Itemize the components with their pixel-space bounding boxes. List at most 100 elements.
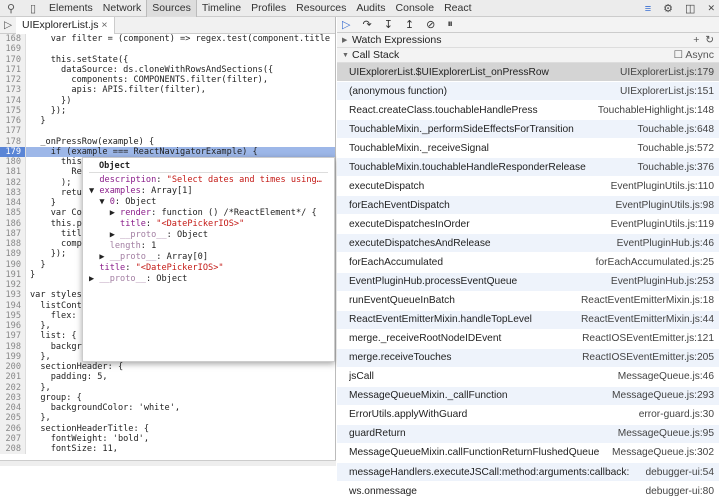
line-number[interactable]: 195 (0, 310, 26, 321)
call-frame[interactable]: MessageQueueMixin._callFunction MessageQu… (337, 386, 719, 406)
property-row[interactable]: ▶ render: function () /*ReactElement*/ { (89, 208, 328, 219)
line-number[interactable]: 170 (0, 54, 26, 65)
add-icon[interactable]: + (693, 34, 699, 46)
tab-console[interactable]: Console (391, 0, 440, 17)
call-frame[interactable]: executeDispatch EventPluginUtils.js:110 (337, 177, 719, 197)
line-number[interactable]: 194 (0, 300, 26, 311)
frame-location[interactable]: EventPluginUtils.js:110 (611, 181, 714, 192)
line-number[interactable]: 200 (0, 362, 26, 373)
line-number[interactable]: 193 (0, 290, 26, 301)
tab-profiles[interactable]: Profiles (246, 0, 291, 17)
watch-expressions-header[interactable]: ▶ Watch Expressions + ↻ (337, 33, 719, 48)
gear-icon[interactable]: ⚙ (663, 2, 673, 15)
step-over-icon[interactable]: ↷ (362, 18, 371, 31)
line-number[interactable]: 190 (0, 259, 26, 270)
frame-location[interactable]: ReactIOSEventEmitter.js:121 (582, 333, 714, 344)
frame-location[interactable]: error-guard.js:30 (639, 409, 714, 420)
frame-location[interactable]: EventPluginUtils.js:98 (615, 200, 714, 211)
frame-location[interactable]: Touchable.js:572 (638, 143, 714, 154)
deactivate-breakpoints-icon[interactable]: ⊘ (426, 18, 435, 31)
call-frame[interactable]: jsCall MessageQueue.js:46 (337, 367, 719, 387)
frame-location[interactable]: ReactEventEmitterMixin.js:18 (581, 295, 714, 306)
line-number[interactable]: 202 (0, 382, 26, 393)
call-frame[interactable]: TouchableMixin._receiveSignal Touchable.j… (337, 139, 719, 159)
frame-location[interactable]: ReactEventEmitterMixin.js:44 (581, 314, 714, 325)
call-frame[interactable]: executeDispatchesInOrder EventPluginUtils… (337, 215, 719, 235)
frame-location[interactable]: forEachAccumulated.js:25 (596, 257, 714, 268)
line-number[interactable]: 206 (0, 423, 26, 434)
call-frame[interactable]: MessageQueueMixin.callFunctionReturnFlus… (337, 443, 719, 463)
line-number[interactable]: 181 (0, 167, 26, 178)
line-number[interactable]: 177 (0, 126, 26, 137)
step-out-icon[interactable]: ↥ (405, 18, 414, 31)
line-number[interactable]: 175 (0, 105, 26, 116)
search-icon[interactable]: ⚲ (0, 2, 22, 15)
frame-location[interactable]: MessageQueue.js:46 (618, 371, 714, 382)
line-number[interactable]: 188 (0, 239, 26, 250)
line-number[interactable]: 178 (0, 136, 26, 147)
line-number[interactable]: 191 (0, 269, 26, 280)
frame-location[interactable]: UIExplorerList.js:151 (620, 86, 714, 97)
property-row[interactable]: ▶ __proto__: Array[0] (89, 252, 328, 263)
line-number[interactable]: 204 (0, 403, 26, 414)
pause-on-exceptions-icon[interactable]: ⏸ (447, 18, 453, 31)
call-frame[interactable]: merge.receiveTouches ReactIOSEventEmitter… (337, 348, 719, 368)
call-frame[interactable]: forEachEventDispatch EventPluginUtils.js:… (337, 196, 719, 216)
line-number[interactable]: 183 (0, 187, 26, 198)
close-icon[interactable]: ✕ (707, 3, 715, 14)
line-number[interactable]: 189 (0, 249, 26, 260)
line-number[interactable]: 173 (0, 85, 26, 96)
tab-network[interactable]: Network (98, 0, 147, 17)
call-frame[interactable]: ws.onmessage debugger-ui:80 (337, 482, 719, 501)
property-row[interactable]: title: "<DatePickerIOS>" (89, 219, 328, 230)
frame-location[interactable]: Touchable.js:376 (638, 162, 714, 173)
frame-location[interactable]: ReactIOSEventEmitter.js:205 (582, 352, 714, 363)
line-number[interactable]: 208 (0, 444, 26, 455)
line-number[interactable]: 186 (0, 218, 26, 229)
tab-audits[interactable]: Audits (351, 0, 390, 17)
call-frame[interactable]: EventPluginHub.processEventQueue EventPlu… (337, 272, 719, 292)
call-frame[interactable]: TouchableMixin._performSideEffectsForTra… (337, 120, 719, 140)
line-number[interactable]: 201 (0, 372, 26, 383)
toggle-navigator-icon[interactable]: ▷ (0, 19, 16, 31)
call-frame[interactable]: runEventQueueInBatch ReactEventEmitterMix… (337, 291, 719, 311)
line-number[interactable]: 187 (0, 228, 26, 239)
call-frame[interactable]: ErrorUtils.applyWithGuard error-guard.js:… (337, 405, 719, 425)
line-number[interactable]: 205 (0, 413, 26, 424)
call-stack-header[interactable]: ▼ Call Stack ☐ Async (337, 48, 719, 63)
line-number[interactable]: 182 (0, 177, 26, 188)
line-number[interactable]: 203 (0, 392, 26, 403)
property-row[interactable]: ▼ 0: Object (89, 197, 328, 208)
call-frame[interactable]: React.createClass.touchableHandlePress To… (337, 101, 719, 121)
property-row[interactable]: ▼ examples: Array[1] (89, 186, 328, 197)
call-frame[interactable]: TouchableMixin.touchableHandleResponderR… (337, 158, 719, 178)
step-into-icon[interactable]: ↧ (384, 18, 393, 31)
property-row[interactable]: title: "<DatePickerIOS>" (89, 263, 328, 274)
line-number[interactable]: 174 (0, 95, 26, 106)
property-row[interactable]: ▶ __proto__: Object (89, 230, 328, 241)
dock-icon[interactable]: ◫ (685, 2, 695, 15)
call-frame[interactable]: executeDispatchesAndRelease EventPluginHu… (337, 234, 719, 254)
tab-timeline[interactable]: Timeline (197, 0, 246, 17)
frame-location[interactable]: MessageQueue.js:293 (612, 390, 714, 401)
call-frame[interactable]: merge._receiveRootNodeIDEvent ReactIOSEve… (337, 329, 719, 349)
device-mode-icon[interactable]: ▯ (22, 2, 44, 15)
line-number[interactable]: 199 (0, 351, 26, 362)
frame-location[interactable]: MessageQueue.js:95 (618, 428, 714, 439)
line-number[interactable]: 171 (0, 64, 26, 75)
call-frame[interactable]: (anonymous function) UIExplorerList.js:15… (337, 82, 719, 102)
line-number[interactable]: 172 (0, 75, 26, 86)
property-row[interactable]: ▶ __proto__: Object (89, 274, 328, 285)
frame-location[interactable]: debugger-ui:54 (645, 467, 714, 478)
tab-resources[interactable]: Resources (291, 0, 351, 17)
line-number[interactable]: 168 (0, 34, 26, 45)
line-number[interactable]: 196 (0, 321, 26, 332)
line-number[interactable]: 180 (0, 157, 26, 168)
line-number[interactable]: 184 (0, 198, 26, 209)
call-frame[interactable]: ReactEventEmitterMixin.handleTopLevel Rea… (337, 310, 719, 330)
frame-location[interactable]: debugger-ui:80 (645, 486, 714, 497)
line-number[interactable]: 185 (0, 208, 26, 219)
tab-react[interactable]: React (439, 0, 476, 17)
frame-location[interactable]: EventPluginUtils.js:119 (611, 219, 714, 230)
line-number[interactable]: 176 (0, 116, 26, 127)
